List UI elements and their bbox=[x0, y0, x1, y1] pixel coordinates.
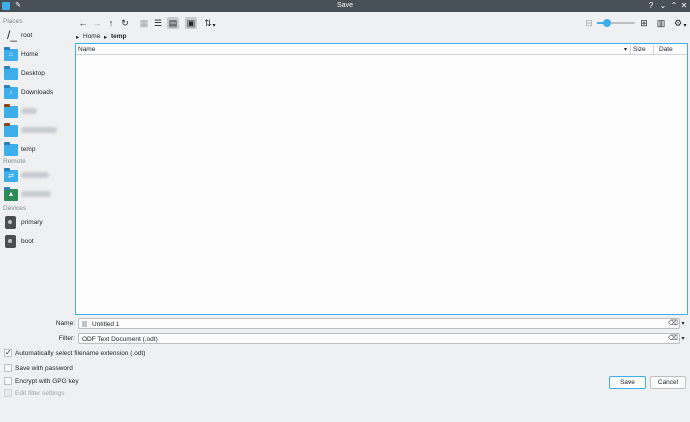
sidebar-item-label: temp bbox=[21, 146, 36, 153]
sidebar-item-remote-1[interactable]: ⇄ bbox=[2, 167, 68, 185]
column-separator bbox=[630, 45, 631, 54]
downloads-folder-icon: ↓ bbox=[4, 85, 18, 99]
filename-value: Untitled 1 bbox=[92, 320, 120, 328]
auto-extension-label[interactable]: Automatically select filename extension … bbox=[15, 350, 145, 357]
zoom-in-icon[interactable]: ⊞ bbox=[638, 17, 650, 29]
sidebar-item-label: Downloads bbox=[21, 89, 54, 96]
maximize-icon[interactable]: ⌃ bbox=[669, 1, 679, 11]
clear-icon[interactable]: ⌫ bbox=[668, 335, 678, 343]
icons-view-icon[interactable]: ▦ bbox=[138, 17, 150, 29]
redacted-label bbox=[21, 191, 51, 197]
save-with-password-checkbox[interactable] bbox=[4, 364, 12, 372]
chevron-down-icon[interactable]: ▾ bbox=[680, 335, 686, 342]
save-with-password-label[interactable]: Save with password bbox=[15, 365, 73, 372]
column-header: Name ▾ Size Date bbox=[76, 44, 687, 55]
breadcrumb-item-home[interactable]: Home bbox=[83, 33, 100, 40]
chevron-right-icon: ▸ bbox=[104, 34, 108, 41]
sidebar-item-redacted-2[interactable] bbox=[2, 122, 68, 140]
sidebar-item-downloads[interactable]: ↓ Downloads bbox=[2, 84, 68, 102]
devices-section-label: Devices bbox=[3, 205, 27, 212]
sidebar-item-home[interactable]: ⌂ Home bbox=[2, 46, 68, 64]
folder-icon bbox=[4, 123, 18, 137]
remote-folder-icon: ▲ bbox=[4, 187, 18, 201]
edit-filter-settings-checkbox bbox=[4, 389, 12, 397]
desktop-folder-icon bbox=[4, 66, 18, 80]
sidebar-item-label: Home bbox=[21, 51, 39, 58]
places-sidebar: Places /_ root ⌂ Home Desktop ↓ Download… bbox=[0, 12, 70, 318]
column-header-size[interactable]: Size bbox=[633, 46, 646, 53]
zoom-slider-handle[interactable] bbox=[603, 19, 611, 27]
sidebar-item-boot[interactable]: boot bbox=[2, 233, 68, 251]
folder-icon bbox=[4, 142, 18, 156]
network-folder-icon: ⇄ bbox=[4, 168, 18, 182]
column-separator bbox=[653, 45, 654, 54]
back-icon[interactable]: ← bbox=[77, 17, 89, 29]
sidebar-item-redacted-1[interactable] bbox=[2, 103, 68, 121]
drive-icon bbox=[5, 216, 16, 229]
cancel-button[interactable]: Cancel bbox=[650, 376, 686, 389]
sidebar-item-temp[interactable]: temp bbox=[2, 141, 68, 159]
redacted-label bbox=[21, 172, 49, 178]
chevron-right-icon: ▸ bbox=[76, 34, 80, 41]
sidebar-item-primary[interactable]: primary bbox=[2, 214, 68, 232]
folder-icon bbox=[4, 104, 18, 118]
chevron-down-icon[interactable]: ▾ bbox=[682, 22, 688, 29]
filter-label: Filter: bbox=[58, 335, 75, 342]
document-icon bbox=[82, 321, 87, 327]
home-folder-icon: ⌂ bbox=[4, 47, 18, 61]
forward-icon[interactable]: → bbox=[91, 17, 103, 29]
clear-icon[interactable]: ⌫ bbox=[668, 320, 678, 328]
encrypt-gpg-checkbox[interactable] bbox=[4, 377, 12, 385]
file-list[interactable]: Name ▾ Size Date bbox=[75, 43, 688, 315]
redacted-label bbox=[21, 108, 37, 114]
chevron-down-icon[interactable]: ▾ bbox=[680, 320, 686, 327]
column-header-date[interactable]: Date bbox=[659, 46, 673, 53]
edit-filter-settings-label: Edit filter settings bbox=[15, 390, 65, 397]
compact-view-icon[interactable]: ☰ bbox=[152, 17, 164, 29]
places-section-label: Places bbox=[3, 18, 23, 25]
filename-input[interactable]: Untitled 1 ⌫ bbox=[78, 318, 680, 329]
help-icon[interactable]: ? bbox=[646, 1, 656, 11]
minimize-icon[interactable]: ⌄ bbox=[658, 1, 668, 11]
filter-value: ODF Text Document (.odt) bbox=[82, 335, 158, 343]
zoom-out-icon[interactable]: ⊟ bbox=[583, 17, 595, 29]
sidebar-item-remote-2[interactable]: ▲ bbox=[2, 186, 68, 204]
detailed-view-icon[interactable]: ▤ bbox=[167, 17, 179, 29]
sidebar-item-root[interactable]: /_ root bbox=[2, 27, 68, 45]
sort-chevron-down-icon[interactable]: ▾ bbox=[624, 46, 627, 53]
root-icon: /_ bbox=[7, 28, 18, 42]
name-label: Name: bbox=[55, 320, 75, 327]
breadcrumb-item-current[interactable]: temp bbox=[111, 33, 127, 40]
remote-section-label: Remote bbox=[3, 158, 26, 165]
save-button[interactable]: Save bbox=[609, 376, 646, 389]
up-icon[interactable]: ↑ bbox=[105, 17, 117, 29]
zoom-slider[interactable] bbox=[597, 19, 635, 27]
title-bar: ✎ Save ? ⌄ ⌃ ✕ bbox=[0, 0, 690, 12]
sidebar-item-label: root bbox=[21, 32, 33, 39]
filter-select[interactable]: ODF Text Document (.odt) ⌫ bbox=[78, 333, 680, 344]
column-header-name[interactable]: Name bbox=[78, 46, 95, 53]
preview-icon[interactable]: ▣ bbox=[185, 17, 197, 29]
drive-icon bbox=[5, 235, 16, 248]
chevron-down-icon[interactable]: ▾ bbox=[211, 22, 217, 29]
sidebar-item-label: boot bbox=[21, 238, 34, 245]
close-icon[interactable]: ✕ bbox=[679, 1, 689, 11]
sidebar-item-label: Desktop bbox=[21, 70, 45, 77]
bookmarks-icon[interactable]: ▥ bbox=[655, 17, 667, 29]
sidebar-item-label: primary bbox=[21, 219, 43, 226]
sidebar-item-desktop[interactable]: Desktop bbox=[2, 65, 68, 83]
encrypt-gpg-label[interactable]: Encrypt with GPG key bbox=[15, 378, 79, 385]
reload-icon[interactable]: ↻ bbox=[119, 17, 131, 29]
window-title: Save bbox=[337, 2, 353, 9]
auto-extension-checkbox[interactable] bbox=[4, 348, 12, 357]
redacted-label bbox=[21, 127, 57, 133]
